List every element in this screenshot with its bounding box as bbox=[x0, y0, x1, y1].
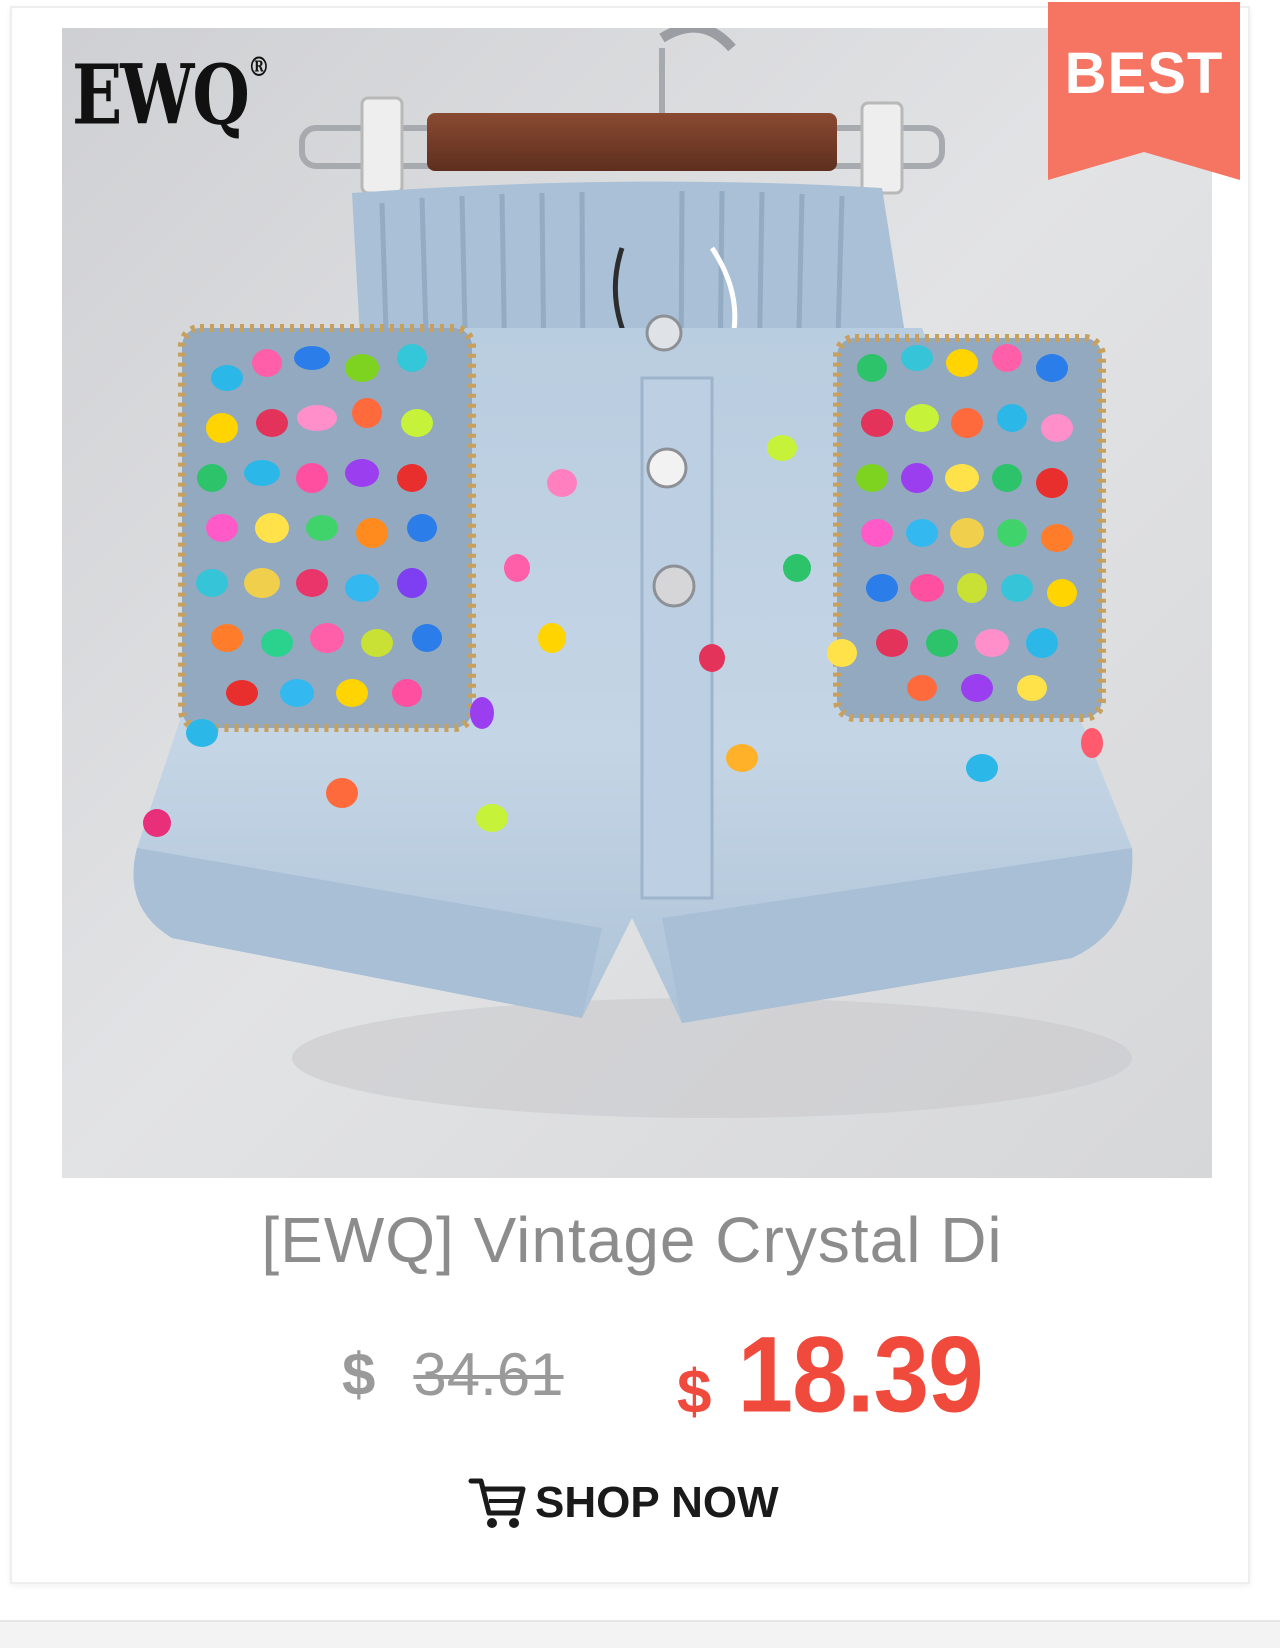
shop-now-label: SHOP NOW bbox=[535, 1478, 779, 1527]
best-badge-label: BEST bbox=[1064, 41, 1224, 106]
sale-price-currency: $ bbox=[677, 1358, 712, 1427]
sale-price-amount: 18.39 bbox=[737, 1314, 983, 1436]
sale-price: $18.39 bbox=[677, 1314, 984, 1435]
original-price-amount: 34.61 bbox=[413, 1341, 564, 1408]
shop-now-button[interactable]: SHOP NOW bbox=[467, 1468, 807, 1538]
best-badge: BEST bbox=[1048, 2, 1240, 180]
price-row: $34.61 $18.39 bbox=[12, 1314, 1252, 1435]
product-card[interactable]: EWQ® BEST [EWQ] Vintage Crystal Di $34.6… bbox=[10, 2, 1252, 1584]
denim-shorts-photo bbox=[62, 28, 1212, 1178]
product-title[interactable]: [EWQ] Vintage Crystal Di bbox=[12, 1203, 1252, 1277]
brand-logo: EWQ® bbox=[72, 46, 270, 144]
original-price-currency: $ bbox=[342, 1341, 376, 1408]
original-price: $34.61 bbox=[342, 1340, 564, 1409]
product-image[interactable]: EWQ® bbox=[62, 28, 1212, 1178]
shopping-cart-icon bbox=[468, 1478, 526, 1528]
next-card-edge bbox=[0, 1620, 1280, 1648]
